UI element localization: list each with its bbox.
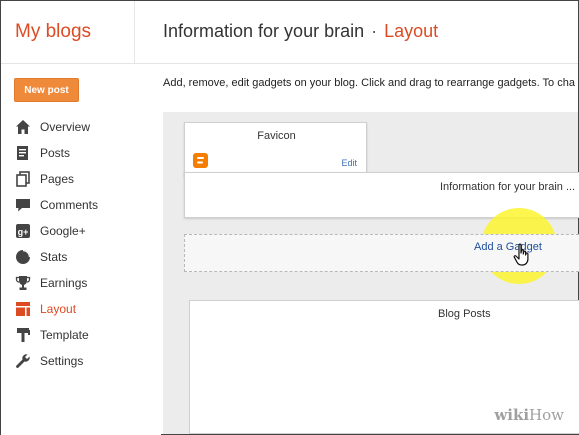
sidebar-item-template[interactable]: Template — [1, 322, 161, 348]
sidebar-item-label: Posts — [40, 146, 71, 160]
watermark-bold: wiki — [494, 406, 530, 424]
wikihow-watermark: wikiHow — [494, 406, 564, 424]
sidebar-item-label: Settings — [40, 354, 84, 368]
sidebar-item-pages[interactable]: Pages — [1, 166, 161, 192]
pages-icon — [14, 171, 31, 188]
posts-icon — [14, 145, 31, 162]
sidebar-item-label: Pages — [40, 172, 75, 186]
sidebar-item-comments[interactable]: Comments — [1, 192, 161, 218]
layout-icon — [14, 301, 31, 318]
favicon-edit-link[interactable]: Edit — [341, 158, 357, 168]
sidebar-item-label: Google+ — [40, 224, 86, 238]
sidebar: New post Overview Posts Pages Comments g… — [1, 64, 161, 435]
svg-text:g+: g+ — [17, 227, 28, 237]
title-separator: · — [371, 21, 378, 41]
top-header: My blogs Information for your brain · Layo… — [1, 1, 578, 63]
sidebar-item-posts[interactable]: Posts — [1, 140, 161, 166]
sidebar-nav: Overview Posts Pages Comments g+ Google+ — [1, 114, 161, 374]
favicon-gadget-title: Favicon — [257, 130, 296, 142]
watermark-rest: How — [529, 406, 564, 424]
template-icon — [14, 327, 31, 344]
home-icon — [14, 119, 31, 136]
blog-posts-title: Blog Posts — [438, 308, 491, 320]
sidebar-item-layout[interactable]: Layout — [1, 296, 161, 322]
comments-icon — [14, 197, 31, 214]
hand-cursor-icon — [513, 243, 529, 266]
wrench-icon — [14, 353, 31, 370]
sidebar-item-label: Template — [40, 328, 89, 342]
header-gadget-title: Information for your brain ... — [440, 181, 576, 193]
sidebar-item-label: Comments — [40, 198, 99, 212]
google-plus-icon: g+ — [14, 223, 31, 240]
new-post-button[interactable]: New post — [14, 78, 79, 102]
layout-canvas: Favicon Edit Information for your brain … — [163, 112, 579, 434]
layout-description: Add, remove, edit gadgets on your blog. … — [163, 77, 575, 89]
section-title: Layout — [384, 21, 439, 41]
sidebar-item-stats[interactable]: Stats — [1, 244, 161, 270]
trophy-icon — [14, 275, 31, 292]
sidebar-item-label: Layout — [40, 302, 77, 316]
blogger-icon — [193, 153, 208, 168]
my-blogs-link[interactable]: My blogs — [15, 21, 91, 43]
sidebar-item-label: Earnings — [40, 276, 88, 290]
sidebar-item-settings[interactable]: Settings — [1, 348, 161, 374]
sidebar-item-earnings[interactable]: Earnings — [1, 270, 161, 296]
sidebar-item-google-plus[interactable]: g+ Google+ — [1, 218, 161, 244]
stats-icon — [14, 249, 31, 266]
blog-title[interactable]: Information for your brain — [163, 21, 364, 41]
favicon-gadget[interactable]: Favicon Edit — [184, 122, 367, 176]
sidebar-item-label: Overview — [40, 120, 91, 134]
header-divider — [134, 1, 135, 63]
sidebar-item-label: Stats — [40, 250, 68, 264]
page-title: Information for your brain · Layout — [163, 21, 438, 42]
sidebar-item-overview[interactable]: Overview — [1, 114, 161, 140]
